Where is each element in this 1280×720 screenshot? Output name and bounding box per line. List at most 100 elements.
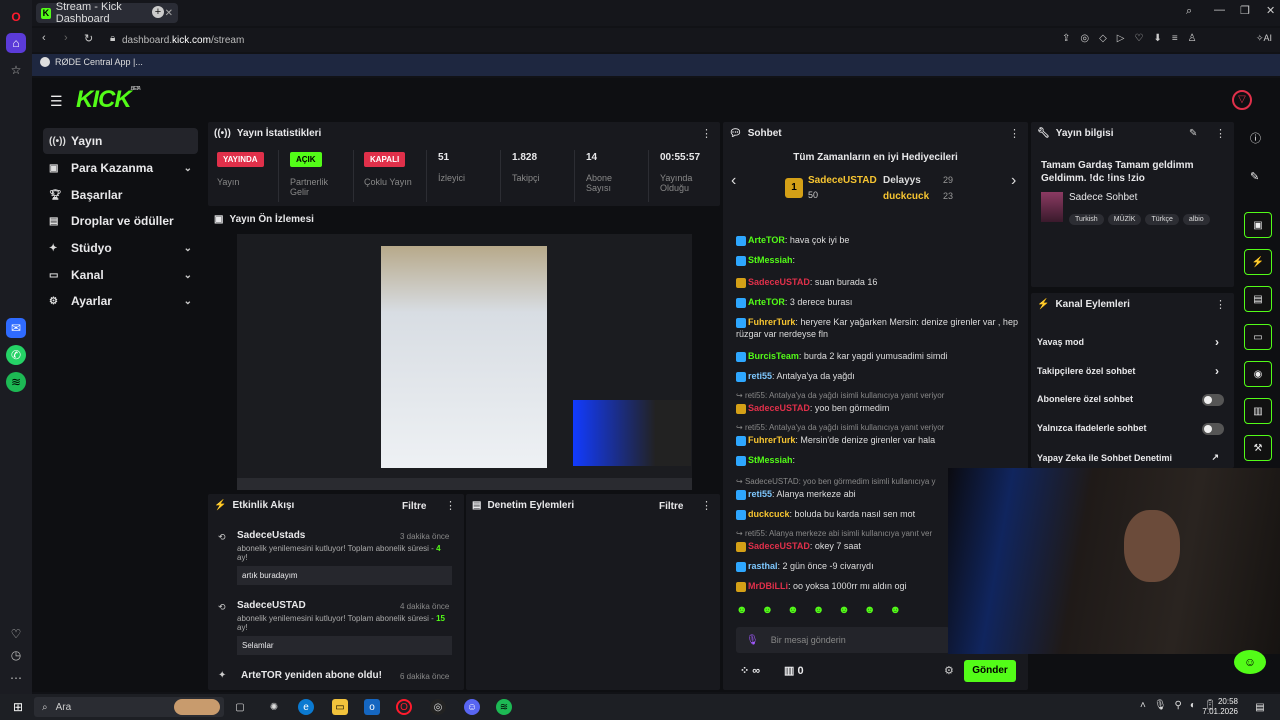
chat-reply-context[interactable]: ↪ reti55: Antalya'ya da yağdı isimli kul… [736, 422, 1026, 434]
close-window-icon[interactable]: ✕ [1266, 4, 1275, 17]
reload-icon[interactable]: ↻ [84, 32, 93, 45]
discord-icon[interactable]: ☺ [464, 699, 480, 715]
chat-toggle-button[interactable]: ▭ [1244, 324, 1272, 350]
sidebar-item-basarilar[interactable]: 🏆︎ Başarılar [43, 182, 198, 208]
chat-username[interactable]: MrDBiLLi [748, 581, 788, 591]
close-tab-icon[interactable]: ✕ [165, 8, 173, 19]
star-icon[interactable]: ☆ [6, 60, 26, 80]
opera-taskbar-icon[interactable]: O [396, 699, 412, 715]
prev-chevron-icon[interactable]: ‹ [731, 172, 736, 190]
microphone-icon[interactable]: 🎙︎ [746, 635, 759, 646]
chat-infinity-counter[interactable]: ⁘ ∞ [740, 664, 760, 677]
chat-username[interactable]: StMessiah [748, 255, 793, 265]
clock-date[interactable]: 7.01.2026 [1196, 707, 1238, 716]
bookmark-rode[interactable]: RØDE Central App |... [40, 57, 143, 67]
clock-time[interactable]: 20:58 [1204, 697, 1238, 706]
chat-username[interactable]: StMessiah [748, 455, 793, 465]
chat-username[interactable]: duckcuck [748, 509, 790, 519]
sidebar-item-para-kazanma[interactable]: ▣ Para Kazanma ⌄ [43, 155, 198, 181]
outlook-icon[interactable]: o [364, 699, 380, 715]
sidebar-item-ayarlar[interactable]: ⚙ Ayarlar ⌄ [43, 288, 198, 314]
pencil-icon[interactable]: ✎ [1250, 170, 1259, 183]
more-options-icon[interactable]: ⋮ [701, 499, 712, 512]
chat-username[interactable]: ArteTOR [748, 235, 785, 245]
forward-icon[interactable]: › [64, 32, 68, 44]
widgets-icon[interactable]: ✺ [266, 699, 282, 715]
ai-button[interactable]: ✧AI [1256, 33, 1272, 44]
chat-username[interactable]: BurcisTeam [748, 351, 799, 361]
chat-username[interactable]: SadeceUSTAD [748, 277, 810, 287]
slow-mode-item[interactable]: Yavaş mod › [1037, 335, 1219, 349]
tag[interactable]: Turkish [1069, 214, 1104, 225]
menu-icon[interactable]: ☰ [50, 93, 63, 110]
notifications-icon[interactable]: ▤ [1252, 699, 1268, 715]
chat-reply-context[interactable]: ↪ reti55: Antalya'ya da yağdı isimli kul… [736, 390, 1026, 402]
more-icon[interactable]: ⋯ [6, 668, 26, 688]
back-icon[interactable]: ‹ [42, 32, 46, 44]
user-avatar[interactable]: ▽ [1232, 90, 1252, 110]
chat-username[interactable]: ArteTOR [748, 297, 785, 307]
chat-input[interactable]: 🎙︎ Bir mesaj gönderin [736, 627, 950, 653]
opera-logo-icon[interactable]: O [6, 7, 26, 27]
more-options-icon[interactable]: ⋮ [445, 499, 456, 512]
followers-only-item[interactable]: Takipçilere özel sohbet › [1037, 364, 1219, 378]
url-field[interactable]: dashboard. kick.com/stream [122, 32, 1132, 49]
preview-toggle-button[interactable]: ▣ [1244, 212, 1272, 238]
task-view-icon[interactable]: ▢ [232, 699, 248, 715]
more-options-icon[interactable]: ⋮ [1215, 298, 1226, 311]
windows-start-icon[interactable]: ⊞ [10, 699, 26, 715]
edit-icon[interactable]: ✎ [1189, 128, 1197, 139]
chat-username[interactable]: rasthal [748, 561, 778, 571]
ai-moderation-item[interactable]: Yapay Zeka ile Sohbet Denetimi ↗ [1037, 452, 1219, 463]
tag[interactable]: Türkçe [1145, 214, 1179, 225]
send-button[interactable]: Gönder [964, 660, 1016, 682]
heart-icon[interactable]: ♡ [6, 624, 26, 644]
sidebar-item-studyo[interactable]: ✦ Stüdyo ⌄ [43, 235, 198, 261]
support-chat-icon[interactable]: ☺ [1234, 650, 1266, 674]
chat-username[interactable]: reti55 [748, 371, 772, 381]
stats-toggle-button[interactable]: ◉ [1244, 361, 1272, 387]
stream-preview-video[interactable] [237, 234, 692, 490]
spotify-icon[interactable]: ≋ [6, 372, 26, 392]
chat-settings-icon[interactable]: ⚙ [944, 664, 954, 677]
sidebar-item-kanal[interactable]: ▭ Kanal ⌄ [43, 262, 198, 288]
subscribers-only-toggle[interactable] [1202, 394, 1224, 406]
chat-username[interactable]: reti55 [748, 489, 772, 499]
lock-icon[interactable]: 🔒︎ [110, 33, 115, 44]
info-icon[interactable]: ⓘ [1250, 130, 1261, 146]
stream-info-toggle-button[interactable]: ⚒ [1244, 435, 1272, 461]
chat-username[interactable]: FuhrerTurk [748, 317, 795, 327]
moderation-toggle-button[interactable]: ▤ [1244, 286, 1272, 312]
moderation-filter-button[interactable]: Filtre [659, 501, 683, 512]
chat-username[interactable]: FuhrerTurk [748, 435, 795, 445]
channel-actions-toggle-button[interactable]: ▥ [1244, 398, 1272, 424]
whatsapp-icon[interactable]: ✆ [6, 345, 26, 365]
messenger-icon[interactable]: ✉ [6, 318, 26, 338]
next-chevron-icon[interactable]: › [1011, 172, 1016, 190]
search-tabs-icon[interactable]: ⌕ [1186, 5, 1192, 18]
chat-username[interactable]: SadeceUSTAD [748, 403, 810, 413]
history-icon[interactable]: ◷ [6, 645, 26, 665]
home-icon[interactable]: ⌂ [6, 33, 26, 53]
taskbar-search[interactable]: ⌕ Ara [34, 697, 224, 717]
more-options-icon[interactable]: ⋮ [1009, 127, 1020, 140]
sidebar-item-droplar[interactable]: ▤ Droplar ve ödüller [43, 208, 198, 234]
edge-icon[interactable]: e [298, 699, 314, 715]
maximize-icon[interactable]: ❐ [1240, 4, 1250, 17]
emote-row[interactable]: ☻☻☻☻☻☻☻ [736, 604, 915, 616]
address-toolbar-icons[interactable]: ⇪◎◇▷♡⬇≡♙ [1062, 33, 1207, 44]
file-explorer-icon[interactable]: ▭ [332, 699, 348, 715]
tag[interactable]: albio [1182, 214, 1210, 225]
activity-toggle-button[interactable]: ⚡ [1244, 249, 1272, 275]
more-options-icon[interactable]: ⋮ [701, 127, 712, 140]
sidebar-item-yayin[interactable]: ((•)) Yayın [43, 128, 198, 154]
minimize-icon[interactable]: — [1214, 4, 1225, 16]
tag[interactable]: MÜZİK [1107, 214, 1142, 225]
more-options-icon[interactable]: ⋮ [1215, 127, 1226, 140]
activity-filter-button[interactable]: Filtre [402, 501, 426, 512]
chat-username[interactable]: SadeceUSTAD [748, 541, 810, 551]
emotes-only-toggle[interactable] [1202, 423, 1224, 435]
kick-logo[interactable]: KICKBETA [76, 86, 141, 114]
chat-gift-counter[interactable]: ▥ 0 [784, 664, 804, 677]
new-tab-icon[interactable]: + [152, 6, 164, 18]
